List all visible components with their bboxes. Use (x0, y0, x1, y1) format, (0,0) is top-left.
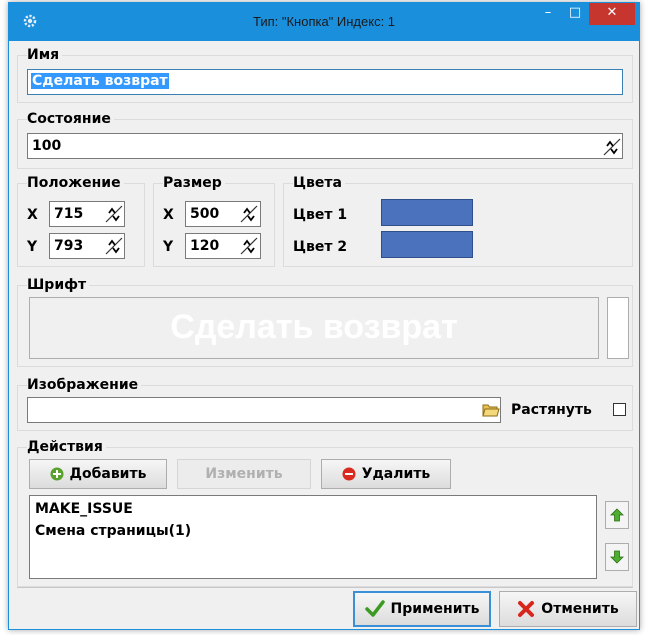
cross-icon (518, 601, 535, 617)
apply-label: Применить (390, 601, 480, 617)
add-icon (50, 467, 64, 481)
list-item[interactable]: Смена страницы(1) (35, 523, 191, 539)
font-preview-text: Сделать возврат (170, 308, 458, 346)
color1-label: Цвет 1 (293, 207, 348, 223)
move-up-button[interactable] (605, 501, 629, 529)
state-input-value: 100 (32, 138, 62, 154)
add-action-button[interactable]: Добавить (29, 459, 167, 489)
stretch-checkbox[interactable] (613, 403, 626, 416)
position-group-label: Положение (27, 175, 124, 191)
stretch-label: Растянуть (511, 402, 592, 418)
delete-icon (342, 467, 356, 481)
list-item[interactable]: MAKE_ISSUE (35, 501, 133, 517)
close-button[interactable]: ✕ (589, 3, 635, 25)
cancel-button[interactable]: Отменить (499, 591, 637, 627)
size-y-label: Y (163, 239, 174, 255)
apply-button[interactable]: Применить (353, 591, 491, 627)
name-group-label: Имя (27, 47, 63, 63)
actions-group-label: Действия (27, 439, 106, 455)
maximize-button[interactable]: □ (562, 3, 588, 25)
size-y-value: 120 (190, 238, 220, 254)
footer-divider (17, 587, 633, 588)
dialog-window: Тип: "Кнопка" Индекс: 1 – □ ✕ Имя Сделат… (8, 2, 640, 630)
delete-action-label: Удалить (361, 466, 431, 482)
state-input[interactable]: 100 (27, 133, 623, 159)
delete-action-button[interactable]: Удалить (321, 459, 451, 489)
folder-open-icon[interactable] (482, 402, 500, 418)
move-down-button[interactable] (605, 543, 629, 571)
add-action-label: Добавить (69, 466, 147, 482)
position-y-value: 793 (54, 238, 84, 254)
color2-label: Цвет 2 (293, 239, 348, 255)
image-group-label: Изображение (27, 377, 142, 393)
minimize-button[interactable]: – (535, 3, 561, 25)
color2-swatch[interactable] (381, 231, 473, 258)
size-x-value: 500 (190, 206, 220, 222)
size-y-spin-icon[interactable] (238, 235, 260, 257)
arrow-up-icon (610, 508, 624, 522)
edit-action-button[interactable]: Изменить (177, 459, 311, 489)
checkmark-icon (364, 600, 385, 617)
state-spin-icon[interactable] (601, 136, 623, 158)
image-path-input[interactable] (27, 397, 501, 423)
name-input[interactable]: Сделать возврат (27, 69, 623, 95)
font-group-label: Шрифт (27, 277, 90, 293)
cancel-label: Отменить (541, 601, 619, 617)
title-bar[interactable]: Тип: "Кнопка" Индекс: 1 – □ ✕ (9, 3, 639, 41)
actions-list[interactable]: MAKE_ISSUE Смена страницы(1) (29, 495, 597, 579)
edit-action-label: Изменить (205, 466, 283, 482)
font-color-box[interactable] (607, 297, 629, 359)
size-x-spin-icon[interactable] (238, 203, 260, 225)
color1-swatch[interactable] (381, 199, 473, 226)
name-input-value: Сделать возврат (31, 73, 169, 89)
font-preview-button[interactable]: Сделать возврат (29, 297, 599, 359)
position-y-label: Y (27, 239, 38, 255)
colors-group-label: Цвета (293, 175, 345, 191)
arrow-down-icon (610, 550, 624, 564)
position-x-spin-icon[interactable] (103, 203, 125, 225)
state-group-label: Состояние (27, 111, 114, 127)
position-x-label: X (27, 207, 38, 223)
size-group-label: Размер (163, 175, 225, 191)
size-x-label: X (163, 207, 174, 223)
position-y-spin-icon[interactable] (103, 235, 125, 257)
position-x-value: 715 (54, 206, 84, 222)
